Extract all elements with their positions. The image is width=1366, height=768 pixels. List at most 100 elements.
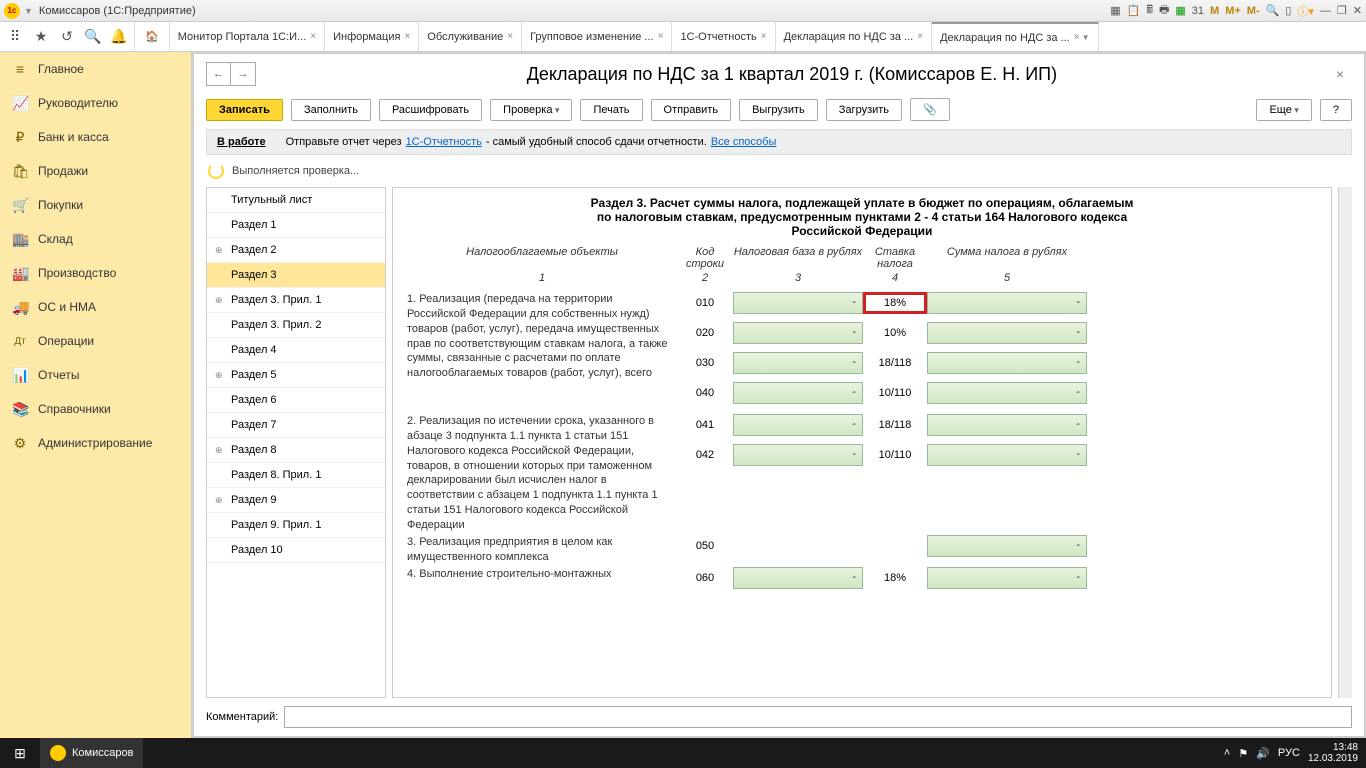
- section-item[interactable]: Раздел 2: [207, 238, 385, 263]
- sidebar-item-manager[interactable]: 📈Руководителю: [0, 86, 191, 120]
- close-icon[interactable]: ×: [1074, 32, 1080, 43]
- section-item[interactable]: Раздел 3. Прил. 1: [207, 288, 385, 313]
- tax-sum-cell[interactable]: [927, 567, 1087, 589]
- help-button[interactable]: ?: [1320, 99, 1352, 121]
- tab[interactable]: Групповое изменение ...×: [522, 22, 672, 51]
- tax-base-cell[interactable]: [733, 382, 863, 404]
- m-icon[interactable]: M: [1210, 5, 1219, 17]
- sidebar-item-admin[interactable]: ⚙Администрирование: [0, 426, 191, 460]
- section-item[interactable]: Раздел 3: [207, 263, 385, 288]
- maximize-icon[interactable]: ❐: [1337, 4, 1347, 17]
- fill-button[interactable]: Заполнить: [291, 99, 371, 121]
- tax-base-cell[interactable]: [733, 322, 863, 344]
- sidebar-item-sales[interactable]: 🛍Продажи: [0, 154, 191, 188]
- tax-sum-cell[interactable]: [927, 414, 1087, 436]
- print-button[interactable]: Печать: [580, 99, 642, 121]
- section-item[interactable]: Раздел 10: [207, 538, 385, 563]
- tray-up-icon[interactable]: ˄: [1224, 747, 1230, 759]
- decode-button[interactable]: Расшифровать: [379, 99, 482, 121]
- tax-base-cell[interactable]: [733, 567, 863, 589]
- sidebar-item-main[interactable]: ≡Главное: [0, 52, 191, 86]
- bell-icon[interactable]: 🔔: [110, 28, 128, 46]
- sidebar-item-operations[interactable]: ДтОперации: [0, 324, 191, 358]
- close-page-icon[interactable]: ×: [1328, 66, 1352, 82]
- check-button[interactable]: Проверка: [490, 99, 572, 121]
- section-item[interactable]: Раздел 8. Прил. 1: [207, 463, 385, 488]
- link-1c-reporting[interactable]: 1С-Отчетность: [406, 136, 482, 148]
- tray-icon[interactable]: ⚑: [1238, 747, 1248, 760]
- tab[interactable]: Обслуживание×: [419, 22, 522, 51]
- close-icon[interactable]: ×: [310, 31, 316, 42]
- tax-base-cell[interactable]: [733, 292, 863, 314]
- import-button[interactable]: Загрузить: [826, 99, 902, 121]
- toolbar-icon[interactable]: 🔍: [1266, 4, 1280, 17]
- back-button[interactable]: ←: [207, 63, 231, 85]
- m-plus-icon[interactable]: M+: [1225, 5, 1241, 17]
- sidebar-item-reports[interactable]: 📊Отчеты: [0, 358, 191, 392]
- forward-button[interactable]: →: [231, 63, 255, 85]
- toolbar-icon[interactable]: 🖩: [1146, 1, 1153, 20]
- section-item[interactable]: Раздел 1: [207, 213, 385, 238]
- tax-sum-cell[interactable]: [927, 322, 1087, 344]
- close-icon[interactable]: ×: [404, 31, 410, 42]
- calendar-icon[interactable]: ▦: [1175, 4, 1185, 17]
- sidebar-item-purchases[interactable]: 🛒Покупки: [0, 188, 191, 222]
- section-item[interactable]: Раздел 6: [207, 388, 385, 413]
- tax-sum-cell[interactable]: [927, 382, 1087, 404]
- tray-clock[interactable]: 13:48 12.03.2019: [1308, 742, 1358, 764]
- status-label[interactable]: В работе: [217, 136, 266, 148]
- info-icon[interactable]: ⓘ▾: [1297, 3, 1314, 19]
- section-item[interactable]: Титульный лист: [207, 188, 385, 213]
- tax-sum-cell[interactable]: [927, 444, 1087, 466]
- tax-sum-cell[interactable]: [927, 535, 1087, 557]
- close-icon[interactable]: ×: [507, 31, 513, 42]
- toolbar-icon[interactable]: ▦: [1110, 4, 1120, 17]
- sidebar-item-directories[interactable]: 📚Справочники: [0, 392, 191, 426]
- tab[interactable]: Декларация по НДС за ...×▼: [932, 22, 1098, 51]
- tab[interactable]: Монитор Портала 1С:И...×: [170, 22, 325, 51]
- apps-icon[interactable]: ⠿: [6, 28, 24, 46]
- start-button[interactable]: ⊞: [0, 738, 40, 768]
- section-item[interactable]: Раздел 8: [207, 438, 385, 463]
- close-icon[interactable]: ×: [917, 31, 923, 42]
- more-button[interactable]: Еще: [1256, 99, 1311, 121]
- tray-lang[interactable]: РУС: [1278, 747, 1300, 759]
- tray-icon[interactable]: 🔊: [1256, 747, 1270, 760]
- toolbar-icon[interactable]: ▯: [1285, 4, 1291, 17]
- task-item[interactable]: Комиссаров: [40, 738, 143, 768]
- tax-sum-cell[interactable]: [927, 352, 1087, 374]
- star-icon[interactable]: ★: [32, 28, 50, 46]
- sidebar-item-warehouse[interactable]: 🏬Склад: [0, 222, 191, 256]
- sidebar-item-bank[interactable]: ₽Банк и касса: [0, 120, 191, 154]
- tax-sum-cell[interactable]: [927, 292, 1087, 314]
- close-icon[interactable]: ×: [658, 31, 664, 42]
- tab[interactable]: 1С-Отчетность×: [672, 22, 775, 51]
- tax-base-cell[interactable]: [733, 414, 863, 436]
- section-item[interactable]: Раздел 4: [207, 338, 385, 363]
- toolbar-icon[interactable]: 📋: [1127, 4, 1141, 17]
- toolbar-icon[interactable]: 🖶: [1159, 1, 1169, 20]
- send-button[interactable]: Отправить: [651, 99, 732, 121]
- minimize-icon[interactable]: —: [1320, 5, 1331, 17]
- section-item[interactable]: Раздел 7: [207, 413, 385, 438]
- scrollbar[interactable]: [1338, 187, 1352, 698]
- home-tab[interactable]: 🏠: [135, 22, 170, 51]
- tab[interactable]: Информация×: [325, 22, 419, 51]
- section-item[interactable]: Раздел 3. Прил. 2: [207, 313, 385, 338]
- section-item[interactable]: Раздел 5: [207, 363, 385, 388]
- sidebar-item-production[interactable]: 🏭Производство: [0, 256, 191, 290]
- link-all-methods[interactable]: Все способы: [711, 136, 777, 148]
- close-icon[interactable]: ×: [761, 31, 767, 42]
- chevron-down-icon[interactable]: ▼: [1082, 33, 1090, 42]
- section-item[interactable]: Раздел 9. Прил. 1: [207, 513, 385, 538]
- tax-base-cell[interactable]: [733, 352, 863, 374]
- chevron-down-icon[interactable]: ▼: [24, 6, 33, 16]
- calendar-icon[interactable]: 31: [1192, 5, 1204, 17]
- m-minus-icon[interactable]: M-: [1247, 5, 1260, 17]
- tax-base-cell[interactable]: [733, 444, 863, 466]
- section-item[interactable]: Раздел 9: [207, 488, 385, 513]
- close-icon[interactable]: ✕: [1353, 4, 1362, 17]
- sidebar-item-assets[interactable]: 🚚ОС и НМА: [0, 290, 191, 324]
- comment-input[interactable]: [284, 706, 1352, 728]
- search-icon[interactable]: 🔍: [84, 28, 102, 46]
